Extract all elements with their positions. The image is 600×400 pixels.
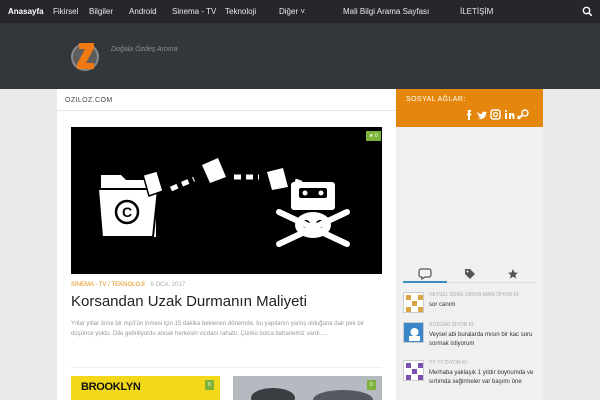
tab-tags[interactable] <box>447 265 491 283</box>
twitter-icon[interactable] <box>477 111 487 120</box>
site-tagline: Doğala Özdeş Aroma <box>111 46 178 53</box>
site-logo[interactable] <box>70 38 100 72</box>
comment-count: 0 <box>370 382 373 388</box>
nav-item-sinema-tv[interactable]: Sinema - TV <box>172 0 216 23</box>
nav-item-teknoloji[interactable]: Teknoloji <box>225 0 256 23</box>
thumb-image <box>233 376 382 400</box>
comment-text: Veysel abi buralarda mısın bir kac soru … <box>429 332 533 347</box>
comment-author: VEYSEL DERE DİRON MANI DİYOR Kİ: <box>429 292 520 298</box>
post-meta: SİNEMA - TV / TEKNOLOJİ 6 OCA, 2017 <box>71 282 185 288</box>
steam-icon[interactable] <box>517 109 529 120</box>
featured-image[interactable]: C <box>71 127 382 274</box>
thumb-text: BROOKLYN <box>81 381 141 393</box>
linkedin-icon[interactable] <box>504 109 515 119</box>
comment-author: RÜZGAR DİYOR Kİ: <box>429 322 475 328</box>
chevron-down-icon: ˅ <box>300 7 306 16</box>
instagram-icon[interactable] <box>490 109 501 120</box>
tab-popular[interactable] <box>491 265 535 283</box>
divider <box>71 367 382 368</box>
star-icon <box>508 269 518 279</box>
avatar <box>403 360 424 381</box>
social-title: SOSYAL AĞLAR: <box>406 96 466 103</box>
comment-count: 0 <box>208 382 211 388</box>
comment-icon: ★ <box>369 133 374 139</box>
comments-icon <box>418 268 432 281</box>
nav-item-iletisim[interactable]: İLETİŞİM <box>460 0 493 23</box>
social-icons <box>467 109 529 120</box>
comment-text: Merhaba yaklaşık 1 yıldır boynumda ve sı… <box>429 370 534 385</box>
avatar <box>403 292 424 313</box>
comment-count: 0 <box>374 133 378 139</box>
piracy-illustration: C <box>96 158 350 247</box>
comment-count-badge[interactable]: ★ 0 <box>366 131 381 141</box>
svg-text:C: C <box>122 204 132 220</box>
related-post-thumb-1[interactable]: BROOKLYN <box>71 376 220 400</box>
social-widget: SOSYAL AĞLAR: <box>396 89 543 127</box>
comment-author: YY YY DİYOR Kİ: <box>429 360 469 366</box>
nav-item-android[interactable]: Android <box>129 0 157 23</box>
search-button[interactable] <box>575 0 600 23</box>
comment-count-badge[interactable]: 0 <box>205 380 214 390</box>
top-navigation: Anasayfa Fikirsel Bilgiler Android Sinem… <box>0 0 600 23</box>
nav-item-diger[interactable]: Diğer ˅ <box>279 0 305 23</box>
post-title[interactable]: Korsandan Uzak Durmanın Maliyeti <box>71 293 307 310</box>
facebook-icon[interactable] <box>467 110 472 120</box>
nav-item-anasayfa[interactable]: Anasayfa <box>8 0 44 23</box>
related-post-thumb-2[interactable] <box>233 376 382 400</box>
comment-text: sor canım <box>429 302 456 308</box>
post-date: 6 OCA, 2017 <box>150 282 186 288</box>
page-title: OZILOZ.COM <box>65 97 113 104</box>
nav-item-diger-label: Diğer <box>279 7 299 16</box>
avatar <box>403 322 424 343</box>
post-categories[interactable]: SİNEMA - TV / TEKNOLOJİ <box>71 282 145 288</box>
nav-item-fikirsel[interactable]: Fikirsel <box>53 0 78 23</box>
sidebar <box>396 89 543 400</box>
search-icon <box>582 6 593 17</box>
tags-icon <box>465 269 475 279</box>
nav-item-bilgiler[interactable]: Bilgiler <box>89 0 113 23</box>
tab-comments[interactable] <box>403 265 447 283</box>
sidebar-tabs <box>403 265 536 283</box>
post-excerpt: Yıllar yıllar önce bir mp3'ün inmesi içi… <box>71 321 364 337</box>
nav-item-mali-bilgi[interactable]: Mali Bilgi Arama Sayfası <box>343 0 429 23</box>
page-title-bar: OZILOZ.COM <box>57 89 396 111</box>
comment-count-badge[interactable]: 0 <box>367 380 376 390</box>
